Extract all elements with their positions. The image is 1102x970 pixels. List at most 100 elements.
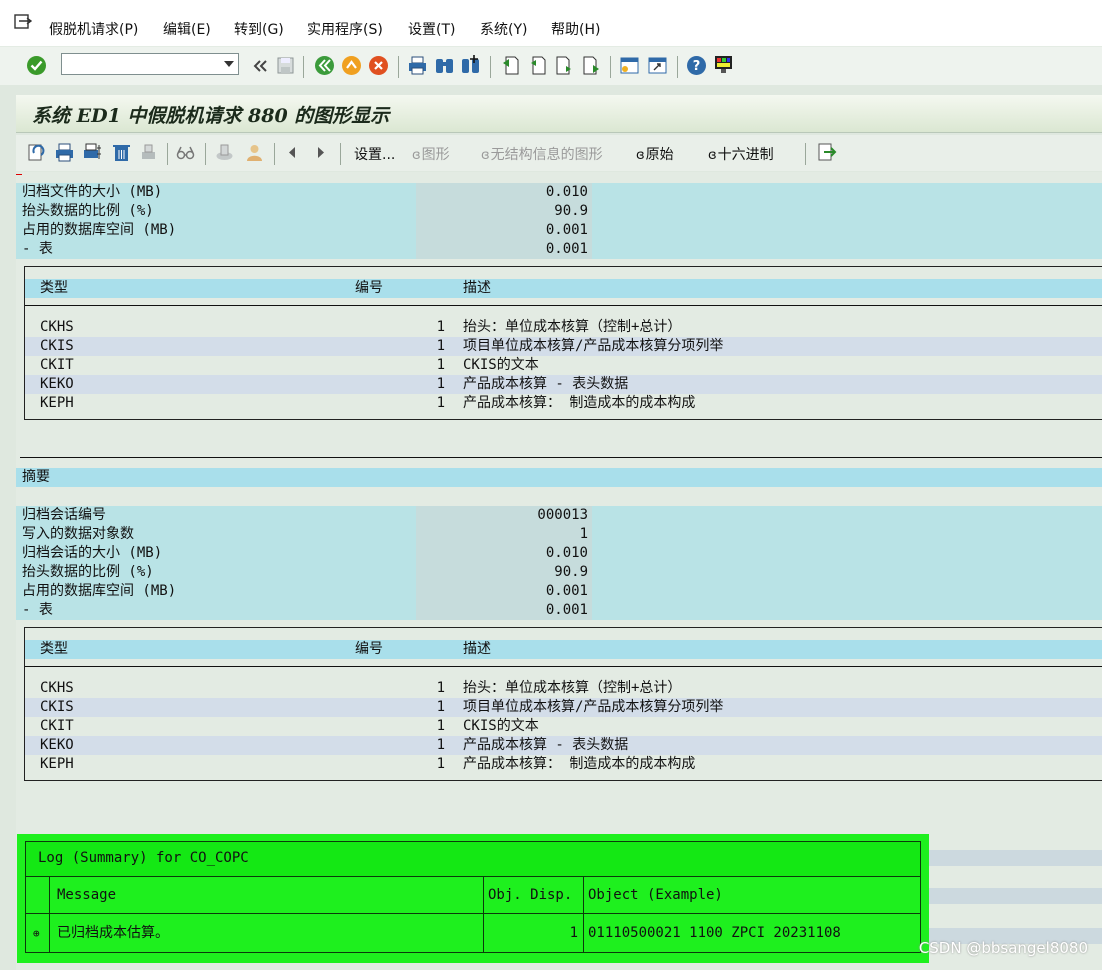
menu-bar: 假脱机请求(P) 编辑(E) 转到(G) 实用程序(S) 设置(T) 系统(Y)… (0, 0, 1102, 47)
refresh-icon[interactable] (26, 142, 47, 163)
column-header-type: 类型 (40, 280, 68, 296)
graphic-button-label: 图形 (421, 147, 450, 163)
glasses-icon: ɞ (412, 148, 421, 163)
new-session-icon[interactable] (619, 55, 640, 76)
log-header-object: Object (Example) (588, 887, 723, 903)
next-arrow-icon[interactable] (310, 142, 331, 163)
menu-exit-icon[interactable] (14, 14, 32, 30)
info-value: 90.9 (554, 203, 588, 219)
row-desc: 产品成本核算 - 表头数据 (463, 376, 629, 392)
row-type: CKHS (40, 680, 74, 696)
graphic-nostruct-button[interactable]: ɞ无结构信息的图形 (481, 144, 603, 164)
info-value: 0.010 (545, 184, 588, 200)
back-double-icon[interactable] (250, 56, 271, 77)
log-header-obj: Obj. Disp. (488, 887, 573, 903)
row-number: 1 (436, 699, 445, 715)
summary-heading: 摘要 (22, 469, 50, 485)
graphic-nostruct-label: 无结构信息的图形 (490, 147, 603, 163)
print-settings-icon[interactable] (82, 142, 103, 163)
command-input[interactable] (64, 55, 218, 75)
find-icon[interactable] (434, 55, 455, 76)
svg-text:?: ? (693, 59, 701, 74)
hex-button[interactable]: ɞ十六进制 (708, 144, 774, 164)
menu-system[interactable]: 系统(Y) (480, 19, 527, 39)
log-header-message: Message (57, 887, 117, 903)
prev-page-icon[interactable] (527, 55, 548, 76)
graphic-button[interactable]: ɞ图形 (412, 144, 450, 164)
row-number: 1 (436, 338, 445, 354)
info-label: 归档文件的大小 (MB) (22, 184, 163, 200)
first-page-icon[interactable] (500, 55, 521, 76)
log-obj-count: 1 (569, 925, 578, 941)
print-icon[interactable] (407, 55, 428, 76)
print-icon[interactable] (54, 142, 75, 163)
menu-utilities[interactable]: 实用程序(S) (307, 19, 383, 39)
column-header-desc: 描述 (463, 280, 491, 296)
summary-value: 0.001 (545, 583, 588, 599)
stamp-icon[interactable] (214, 142, 235, 163)
row-desc: CKIS的文本 (463, 718, 539, 734)
chevron-down-icon[interactable] (224, 61, 234, 67)
row-desc: 项目单位成本核算/产品成本核算分项列举 (463, 699, 724, 715)
glasses-icon: ɞ (708, 148, 717, 163)
next-page-icon[interactable] (554, 55, 575, 76)
back-icon[interactable] (314, 55, 335, 76)
menu-help[interactable]: 帮助(H) (551, 19, 600, 39)
summary-label: 归档会话编号 (22, 507, 106, 523)
help-icon[interactable]: ? (686, 55, 707, 76)
command-field[interactable] (61, 53, 239, 75)
save-icon[interactable] (275, 55, 296, 76)
enter-icon[interactable] (26, 55, 47, 76)
row-type: CKHS (40, 319, 74, 335)
shortcut-icon[interactable] (647, 55, 668, 76)
menu-goto[interactable]: 转到(G) (234, 19, 284, 39)
output-icon[interactable] (138, 142, 159, 163)
row-desc: 项目单位成本核算/产品成本核算分项列举 (463, 338, 724, 354)
settings-button[interactable]: 设置... (354, 144, 395, 164)
row-type: CKIT (40, 718, 74, 734)
row-desc: CKIS的文本 (463, 357, 539, 373)
glasses-icon: ɞ (481, 148, 490, 163)
row-type: KEPH (40, 756, 74, 772)
row-number: 1 (436, 737, 445, 753)
row-type: CKIT (40, 357, 74, 373)
exit-icon[interactable] (341, 55, 362, 76)
log-object: 01110500021 1100 ZPCI 20231108 (588, 925, 841, 941)
previous-arrow-icon[interactable] (282, 142, 303, 163)
user-icon[interactable] (244, 142, 265, 163)
row-type: CKIS (40, 338, 74, 354)
menu-spool-request[interactable]: 假脱机请求(P) (49, 19, 138, 39)
row-number: 1 (436, 319, 445, 335)
raw-button[interactable]: ɞ原始 (636, 144, 674, 164)
page-title-bar: 系统 ED1 中假脱机请求 880 的图形显示 (16, 95, 1102, 133)
info-value: 0.001 (545, 222, 588, 238)
last-page-icon[interactable] (581, 55, 602, 76)
table-types-2: 类型 编号 描述 CKHS 1 抬头：单位成本核算（控制+总计） CKIS 1 … (24, 627, 1102, 781)
summary-label: - 表 (22, 602, 53, 618)
content-area: 归档文件的大小 (MB) 0.010 抬头数据的比例 (%) 90.9 占用的数… (16, 172, 1102, 970)
info-label: - 表 (22, 241, 53, 257)
delete-icon[interactable] (111, 142, 132, 163)
export-icon[interactable] (816, 142, 837, 163)
find-next-icon[interactable] (460, 55, 481, 76)
row-desc: 抬头：单位成本核算（控制+总计） (463, 680, 682, 696)
row-number: 1 (436, 756, 445, 772)
expand-icon[interactable]: ⊕ (33, 924, 40, 943)
glasses-icon: ɞ (636, 148, 645, 163)
column-header-type: 类型 (40, 641, 68, 657)
cancel-icon[interactable] (368, 55, 389, 76)
watermark: CSDN @bbsangel8080 (918, 939, 1088, 957)
menu-settings[interactable]: 设置(T) (408, 19, 455, 39)
log-message: 已归档成本估算。 (57, 925, 169, 941)
summary-value: 0.001 (545, 602, 588, 618)
layout-icon[interactable] (713, 54, 734, 75)
summary-value: 000013 (537, 507, 588, 523)
row-type: KEKO (40, 737, 74, 753)
display-icon[interactable] (175, 142, 196, 163)
summary-label: 归档会话的大小 (MB) (22, 545, 163, 561)
menu-edit[interactable]: 编辑(E) (163, 19, 211, 39)
raw-button-label: 原始 (645, 147, 674, 163)
application-toolbar: 设置... ɞ图形 ɞ无结构信息的图形 ɞ原始 ɞ十六进制 (16, 135, 1102, 171)
row-number: 1 (436, 357, 445, 373)
table-types-1: 类型 编号 描述 CKHS 1 抬头：单位成本核算（控制+总计） CKIS 1 … (24, 266, 1102, 420)
